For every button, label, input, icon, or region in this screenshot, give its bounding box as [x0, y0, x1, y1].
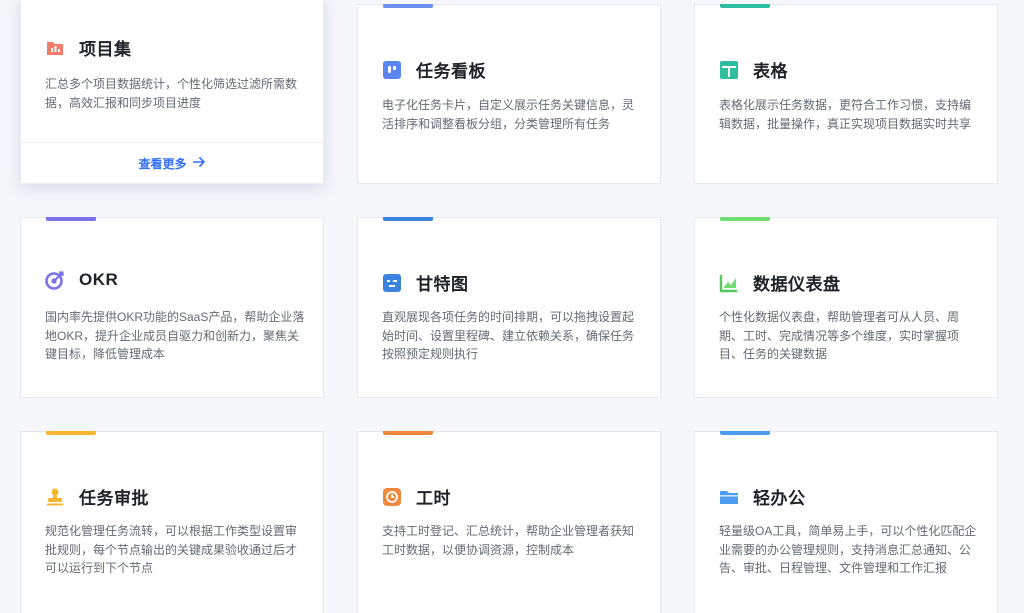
kanban-board-icon	[382, 60, 402, 80]
bar-chart-folder-icon	[45, 38, 65, 58]
card-task-approval[interactable]: 任务审批 规范化管理任务流转，可以根据工作类型设置审批规则，每个节点输出的关键成…	[20, 431, 324, 613]
accent-bar	[383, 431, 433, 435]
dashboard-chart-icon	[719, 273, 739, 293]
card-description: 电子化任务卡片，自定义展示任务关键信息，灵活排序和调整看板分组，分类管理所有任务	[382, 98, 635, 131]
card-description: 规范化管理任务流转，可以根据工作类型设置审批规则，每个节点输出的关键成果验收通过…	[45, 524, 298, 575]
card-title: 项目集	[79, 40, 132, 59]
card-title: 工时	[416, 489, 451, 508]
card-table[interactable]: 表格 表格化展示任务数据，更符合工作习惯，支持编辑数据，批量操作，真正实现项目数…	[694, 4, 998, 184]
arrow-right-icon	[192, 156, 206, 171]
folder-icon	[719, 487, 739, 507]
card-title: 表格	[753, 62, 788, 81]
card-light-office[interactable]: 轻办公 轻量级OA工具，简单易上手，可以个性化匹配企业需要的办公管理规则，支持消…	[694, 431, 998, 613]
accent-bar	[46, 431, 96, 435]
card-okr[interactable]: OKR 国内率先提供OKR功能的SaaS产品，帮助企业落地OKR，提升企业成员自…	[20, 217, 324, 398]
card-title: 任务审批	[79, 489, 149, 508]
view-more-link[interactable]: 查看更多	[21, 142, 323, 183]
card-title: 甘特图	[416, 275, 469, 294]
accent-bar	[383, 4, 433, 8]
view-more-label: 查看更多	[138, 156, 187, 171]
approval-stamp-icon	[45, 487, 65, 507]
card-work-hours[interactable]: 工时 支持工时登记、汇总统计，帮助企业管理者获知工时数据，以便协调资源，控制成本	[357, 431, 661, 613]
card-description: 国内率先提供OKR功能的SaaS产品，帮助企业落地OKR，提升企业成员自驱力和创…	[45, 310, 305, 361]
clock-icon	[382, 487, 402, 507]
card-gantt[interactable]: 甘特图 直观展现各项任务的时间排期，可以拖拽设置起始时间、设置里程碑、建立依赖关…	[357, 217, 661, 398]
accent-bar	[720, 431, 770, 435]
card-project-set[interactable]: 项目集 汇总多个项目数据统计，个性化筛选过滤所需数据，高效汇报和同步项目进度 查…	[20, 0, 324, 184]
card-description: 轻量级OA工具，简单易上手，可以个性化匹配企业需要的办公管理规则，支持消息汇总通…	[719, 524, 977, 575]
card-description: 支持工时登记、汇总统计，帮助企业管理者获知工时数据，以便协调资源，控制成本	[382, 524, 635, 557]
card-task-board[interactable]: 任务看板 电子化任务卡片，自定义展示任务关键信息，灵活排序和调整看板分组，分类管…	[357, 4, 661, 184]
accent-bar	[46, 217, 96, 221]
card-description: 个性化数据仪表盘，帮助管理者可从人员、周期、工时、完成情况等多个维度，实时掌握项…	[719, 310, 960, 361]
target-icon	[45, 270, 65, 290]
table-icon	[719, 60, 739, 80]
card-description: 表格化展示任务数据，更符合工作习惯，支持编辑数据，批量操作，真正实现项目数据实时…	[719, 98, 972, 131]
accent-bar	[720, 4, 770, 8]
card-title: 任务看板	[416, 62, 486, 81]
card-description: 直观展现各项任务的时间排期，可以拖拽设置起始时间、设置里程碑、建立依赖关系，确保…	[382, 310, 635, 361]
card-title: OKR	[79, 270, 119, 289]
card-title: 轻办公	[753, 489, 806, 508]
gantt-icon	[382, 273, 402, 293]
card-description: 汇总多个项目数据统计，个性化筛选过滤所需数据，高效汇报和同步项目进度	[45, 77, 298, 110]
card-dashboard[interactable]: 数据仪表盘 个性化数据仪表盘，帮助管理者可从人员、周期、工时、完成情况等多个维度…	[694, 217, 998, 398]
card-title: 数据仪表盘	[753, 275, 841, 294]
accent-bar	[383, 217, 433, 221]
accent-bar	[720, 217, 770, 221]
